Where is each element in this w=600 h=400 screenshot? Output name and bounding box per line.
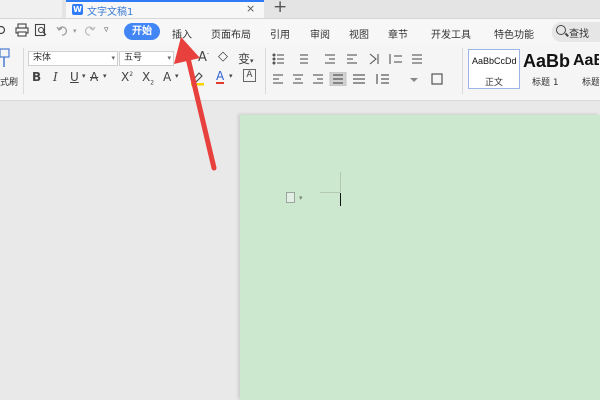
annotation-arrow <box>174 37 217 171</box>
